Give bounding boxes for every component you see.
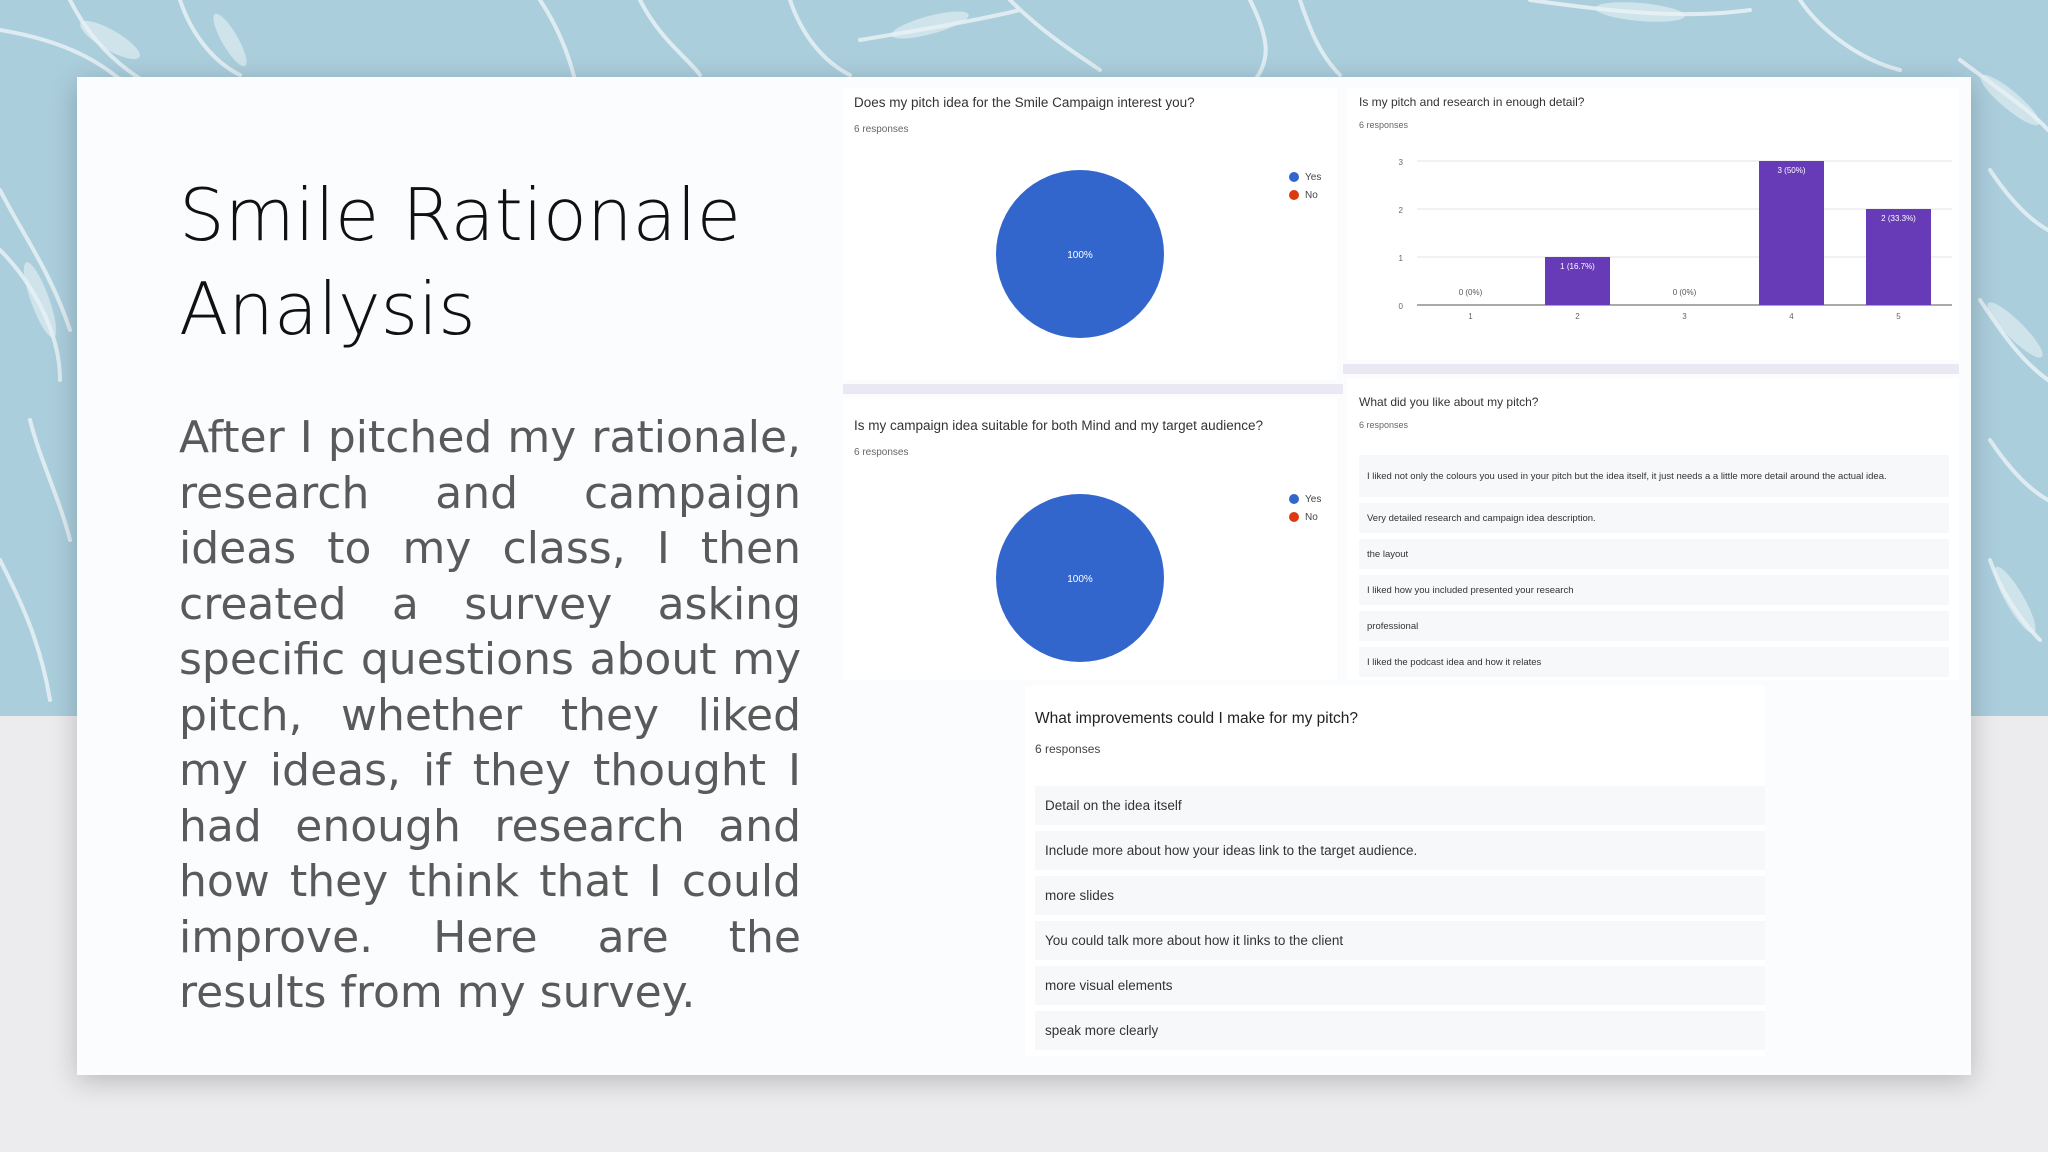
- x-tick-label: 4: [1789, 312, 1794, 321]
- response-text: I liked the podcast idea and how it rela…: [1367, 656, 1542, 668]
- pie-slice-label: 100%: [1067, 574, 1093, 585]
- response-text: I liked how you included presented your …: [1367, 584, 1574, 596]
- list-item: I liked not only the colours you used in…: [1359, 455, 1949, 497]
- legend-item-no: No: [1289, 186, 1321, 204]
- question-title: What improvements could I make for my pi…: [1035, 710, 1359, 727]
- list-item: more visual elements: [1035, 966, 1765, 1005]
- response-text: more slides: [1045, 888, 1115, 903]
- bar-data-label: 2 (33.3%): [1881, 214, 1916, 223]
- legend-label: Yes: [1305, 493, 1322, 505]
- survey-panel-detail: Is my pitch and research in enough detai…: [1347, 88, 1959, 360]
- x-tick-label: 3: [1682, 312, 1687, 321]
- x-tick-label: 5: [1896, 312, 1901, 321]
- response-text: speak more clearly: [1045, 1023, 1159, 1038]
- bar-data-label: 0 (0%): [1673, 288, 1697, 297]
- pie-chart: 100%: [996, 170, 1164, 338]
- slide-body-text: After I pitched my rationale, research a…: [179, 412, 801, 1018]
- list-item: I liked the podcast idea and how it rela…: [1359, 647, 1949, 677]
- response-text: You could talk more about how it links t…: [1045, 933, 1344, 948]
- bar-data-label: 3 (50%): [1777, 166, 1805, 175]
- response-count: 6 responses: [1359, 420, 1409, 430]
- list-item: the layout: [1359, 539, 1949, 569]
- legend-label: Yes: [1305, 171, 1322, 183]
- list-item: professional: [1359, 611, 1949, 641]
- list-item: You could talk more about how it links t…: [1035, 921, 1765, 960]
- list-item: Detail on the idea itself: [1035, 786, 1765, 825]
- bar: [1866, 209, 1931, 305]
- legend-dot-icon: [1289, 172, 1299, 182]
- x-tick-label: 1: [1468, 312, 1473, 321]
- response-count: 6 responses: [1035, 742, 1101, 756]
- y-tick-label: 0: [1399, 302, 1404, 311]
- chart-legend: Yes No: [1289, 168, 1321, 204]
- slide-title-line-2: Analysis: [179, 267, 476, 351]
- list-item: more slides: [1035, 876, 1765, 915]
- response-text: I liked not only the colours you used in…: [1367, 470, 1887, 482]
- survey-panel-likes: What did you like about my pitch? 6 resp…: [1347, 378, 1959, 680]
- legend-label: No: [1305, 511, 1318, 523]
- bar: [1759, 161, 1824, 305]
- response-list: Detail on the idea itself Include more a…: [1035, 786, 1765, 1056]
- legend-dot-icon: [1289, 494, 1299, 504]
- response-text: Detail on the idea itself: [1045, 798, 1182, 813]
- survey-panel-interest: Does my pitch idea for the Smile Campaig…: [843, 88, 1337, 380]
- list-item: Very detailed research and campaign idea…: [1359, 503, 1949, 533]
- slide-title-line-1: Smile Rationale: [179, 173, 741, 257]
- legend-item-yes: Yes: [1289, 168, 1321, 186]
- bar-data-label: 0 (0%): [1459, 288, 1483, 297]
- response-list: I liked not only the colours you used in…: [1359, 455, 1949, 683]
- list-item: speak more clearly: [1035, 1011, 1765, 1050]
- response-text: the layout: [1367, 548, 1409, 560]
- question-title: What did you like about my pitch?: [1359, 395, 1539, 409]
- response-text: more visual elements: [1045, 978, 1173, 993]
- pie-chart: 100%: [996, 494, 1164, 662]
- list-item: I liked how you included presented your …: [1359, 575, 1949, 605]
- slide-title: Smile Rationale Analysis: [179, 168, 819, 356]
- y-tick-label: 2: [1399, 206, 1404, 215]
- response-text: professional: [1367, 620, 1419, 632]
- list-item: Include more about how your ideas link t…: [1035, 831, 1765, 870]
- legend-label: No: [1305, 189, 1318, 201]
- response-text: Include more about how your ideas link t…: [1045, 843, 1418, 858]
- legend-dot-icon: [1289, 190, 1299, 200]
- legend-dot-icon: [1289, 512, 1299, 522]
- response-text: Very detailed research and campaign idea…: [1367, 512, 1596, 524]
- survey-panel-suitability: Is my campaign idea suitable for both Mi…: [843, 398, 1337, 680]
- panel-divider: [843, 384, 1343, 394]
- legend-item-yes: Yes: [1289, 490, 1321, 508]
- bar-data-label: 1 (16.7%): [1560, 262, 1595, 271]
- legend-item-no: No: [1289, 508, 1321, 526]
- chart-legend: Yes No: [1289, 490, 1321, 526]
- y-tick-label: 1: [1399, 254, 1404, 263]
- survey-panel-improvements: What improvements could I make for my pi…: [1025, 686, 1765, 1056]
- pie-slice-label: 100%: [1067, 250, 1093, 261]
- panel-divider: [1343, 364, 1959, 374]
- y-tick-label: 3: [1399, 158, 1404, 167]
- x-tick-label: 2: [1575, 312, 1580, 321]
- bar-chart: 0 1 2 3 0 (0%) 1 1 (16.7%) 2 0 (0%) 3 3 (50%) 4 2 (3…: [1399, 158, 1952, 321]
